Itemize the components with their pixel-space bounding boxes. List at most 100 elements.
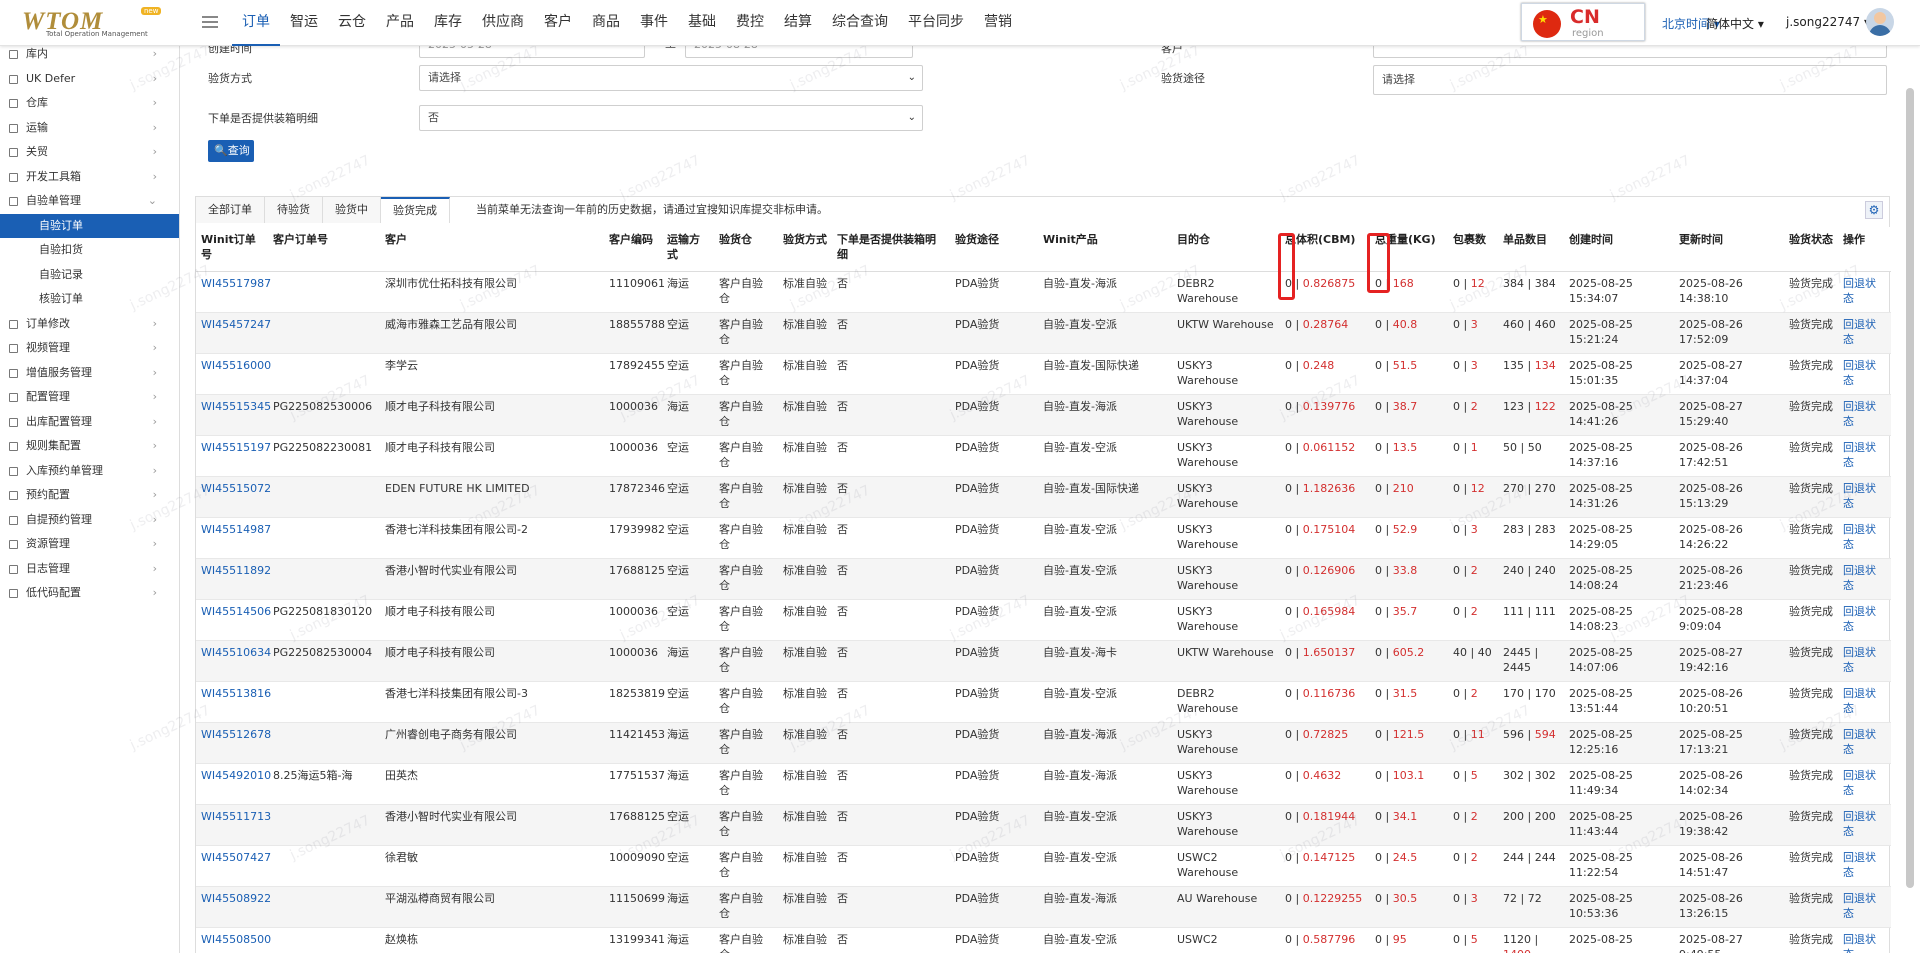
cell-id[interactable]: WI45507427	[196, 845, 271, 887]
sidebar-item[interactable]: 入库预约单管理 ›	[0, 459, 179, 484]
cell-ct: 2025-08-25 11:49:34	[1564, 763, 1674, 805]
cell-op[interactable]: 回退状态	[1838, 517, 1891, 559]
cell-id[interactable]: WI45515345	[196, 394, 271, 436]
cell-op[interactable]: 回退状态	[1838, 927, 1891, 953]
sidebar-item[interactable]: 运输 ›	[0, 116, 179, 141]
cell-op[interactable]: 回退状态	[1838, 681, 1891, 723]
sidebar-item[interactable]: 配置管理 ›	[0, 385, 179, 410]
cell-route: PDA验货	[950, 435, 1038, 477]
cell-op[interactable]: 回退状态	[1838, 804, 1891, 846]
cell-op[interactable]: 回退状态	[1838, 640, 1891, 682]
sidebar-item[interactable]: 自验单管理 ⌄	[0, 189, 179, 214]
logo[interactable]: WTOM Total Operation Management new	[18, 6, 162, 40]
tab-item[interactable]: 全部订单	[196, 197, 265, 223]
cell-volume: 0 | 0.181944	[1280, 804, 1370, 846]
nav-item[interactable]: 费控	[726, 0, 774, 46]
nav-item[interactable]: 客户	[534, 0, 582, 46]
cell-op[interactable]: 回退状态	[1838, 435, 1891, 477]
language-dropdown[interactable]: 简体中文 ▾	[1706, 15, 1764, 32]
date-from-input[interactable]: 2025-05-28	[419, 46, 645, 58]
cell-id[interactable]: WI45457247	[196, 312, 271, 354]
tab-item[interactable]: 验货完成	[381, 197, 450, 223]
cell-id[interactable]: WI45511713	[196, 804, 271, 846]
nav-item[interactable]: 库存	[424, 0, 472, 46]
sidebar-subitem[interactable]: 自验记录	[0, 263, 179, 288]
sidebar-item[interactable]: UK Defer ›	[0, 67, 179, 92]
sidebar-item[interactable]: 仓库 ›	[0, 91, 179, 116]
cell-id[interactable]: WI45508922	[196, 886, 271, 928]
sidebar-item[interactable]: 预约配置 ›	[0, 483, 179, 508]
sidebar-item[interactable]: 日志管理 ›	[0, 557, 179, 582]
cell-id[interactable]: WI45515197	[196, 435, 271, 477]
cell-op[interactable]: 回退状态	[1838, 312, 1891, 354]
cell-op[interactable]: 回退状态	[1838, 763, 1891, 805]
nav-item[interactable]: 智运	[280, 0, 328, 46]
sidebar-item[interactable]: 开发工具箱 ›	[0, 165, 179, 190]
cell-op[interactable]: 回退状态	[1838, 558, 1891, 600]
cell-op[interactable]: 回退状态	[1838, 845, 1891, 887]
cell-op[interactable]: 回退状态	[1838, 271, 1891, 313]
tab-item[interactable]: 验货中	[323, 197, 381, 223]
method-select[interactable]: 请选择 ⌄	[419, 65, 923, 91]
nav-item[interactable]: 供应商	[472, 0, 534, 46]
nav-item[interactable]: 综合查询	[822, 0, 898, 46]
cell-id[interactable]: WI45510634	[196, 640, 271, 682]
sidebar-item[interactable]: 订单修改 ›	[0, 312, 179, 337]
sidebar-item[interactable]: 资源管理 ›	[0, 532, 179, 557]
nav-item[interactable]: 基础	[678, 0, 726, 46]
sidebar-item-label: 日志管理	[26, 561, 70, 575]
sidebar-item[interactable]: 自提预约管理 ›	[0, 508, 179, 533]
menu-toggle-icon[interactable]	[202, 13, 218, 29]
cell-cust: 顺才电子科技有限公司	[380, 435, 604, 477]
cell-id[interactable]: WI45492010	[196, 763, 271, 805]
sidebar-item[interactable]: 低代码配置 ›	[0, 581, 179, 606]
chevron-right-icon: ›	[152, 537, 157, 550]
cell-op[interactable]: 回退状态	[1838, 599, 1891, 641]
cell-op[interactable]: 回退状态	[1838, 886, 1891, 928]
region-switcher[interactable]: ★ CN region	[1521, 3, 1645, 41]
sidebar-item[interactable]: 增值服务管理 ›	[0, 361, 179, 386]
nav-item[interactable]: 营销	[974, 0, 1022, 46]
nav-item[interactable]: 产品	[376, 0, 424, 46]
user-menu[interactable]: j.song22747 ▾	[1786, 15, 1870, 29]
cell-id[interactable]: WI45508500	[196, 927, 271, 953]
cell-op[interactable]: 回退状态	[1838, 722, 1891, 764]
date-to-input[interactable]: 2025-08-28	[685, 46, 913, 58]
cell-op[interactable]: 回退状态	[1838, 394, 1891, 436]
sidebar-subitem[interactable]: 核验订单	[0, 287, 179, 312]
packing-select[interactable]: 否 ⌄	[419, 105, 923, 131]
nav-item[interactable]: 云仓	[328, 0, 376, 46]
avatar[interactable]	[1866, 8, 1894, 36]
sidebar-item[interactable]: 出库配置管理 ›	[0, 410, 179, 435]
cell-id[interactable]: WI45514987	[196, 517, 271, 559]
nav-item[interactable]: 商品	[582, 0, 630, 46]
sidebar-item[interactable]: 关贸 ›	[0, 140, 179, 165]
cell-wh: 客户自验仓	[714, 476, 778, 518]
nav-item[interactable]: 平台同步	[898, 0, 974, 46]
cell-id[interactable]: WI45516000	[196, 353, 271, 395]
cell-id[interactable]: WI45511892	[196, 558, 271, 600]
cell-id[interactable]: WI45515072	[196, 476, 271, 518]
sidebar-subitem[interactable]: 自验扣货	[0, 238, 179, 263]
route-select[interactable]: 请选择	[1373, 65, 1887, 95]
cell-id[interactable]: WI45512678	[196, 722, 271, 764]
customer-input[interactable]	[1373, 46, 1887, 58]
cell-op[interactable]: 回退状态	[1838, 353, 1891, 395]
cell-ship: 空运	[662, 312, 714, 354]
sidebar-subitem[interactable]: 自验订单	[0, 213, 179, 238]
nav-item[interactable]: 订单	[232, 0, 280, 46]
search-button[interactable]: 🔍查询	[208, 140, 254, 162]
cell-op[interactable]: 回退状态	[1838, 476, 1891, 518]
sidebar-item[interactable]: 规则集配置 ›	[0, 434, 179, 459]
nav-item[interactable]: 事件	[630, 0, 678, 46]
cell-wh: 客户自验仓	[714, 558, 778, 600]
cell-id[interactable]: WI45514506	[196, 599, 271, 641]
tab-item[interactable]: 待验货	[265, 197, 323, 223]
gear-icon[interactable]: ⚙	[1865, 201, 1883, 219]
page-scrollbar[interactable]	[1906, 88, 1914, 888]
nav-item[interactable]: 结算	[774, 0, 822, 46]
sidebar-item[interactable]: 库内 ›	[0, 46, 179, 67]
cell-id[interactable]: WI45517987	[196, 271, 271, 313]
sidebar-item[interactable]: 视频管理 ›	[0, 336, 179, 361]
cell-id[interactable]: WI45513816	[196, 681, 271, 723]
